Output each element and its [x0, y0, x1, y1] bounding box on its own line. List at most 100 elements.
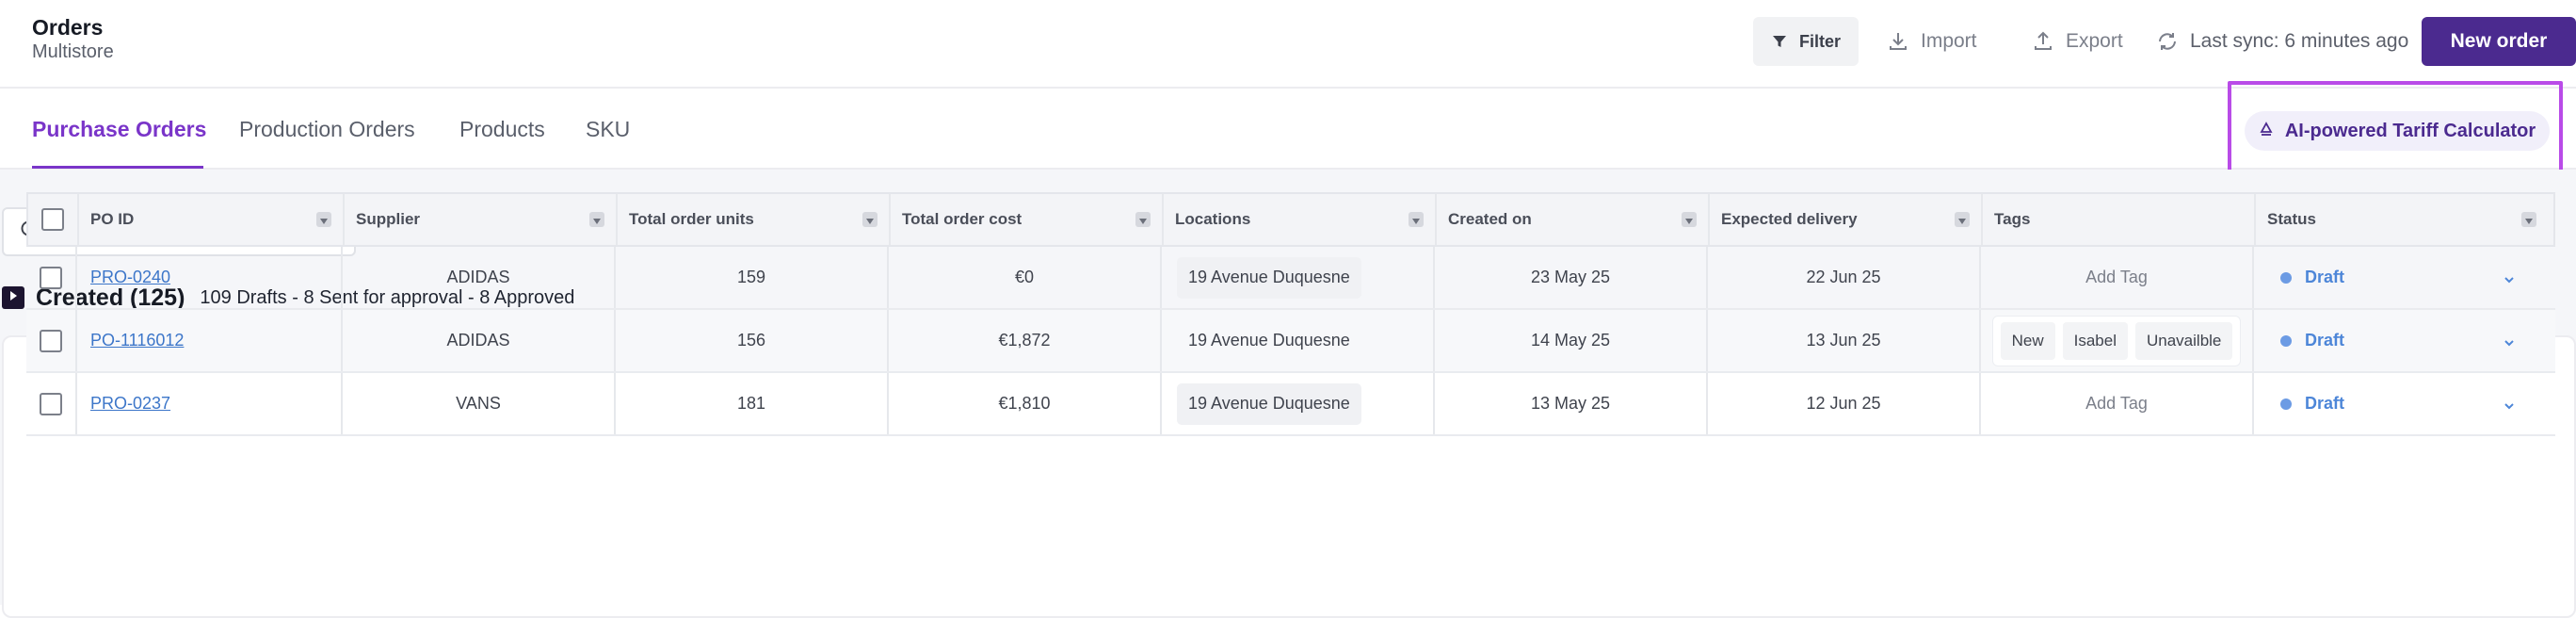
status-cell[interactable]: Draft: [2254, 310, 2546, 371]
tag-chip: Unavailble: [2135, 321, 2233, 360]
tab-production-orders[interactable]: Production Orders: [239, 117, 415, 142]
column-header-total-cost: Total order cost: [891, 194, 1164, 245]
sort-button[interactable]: [1409, 212, 1424, 227]
sort-button[interactable]: [589, 212, 604, 227]
sort-button[interactable]: [862, 212, 877, 227]
location-text: 19 Avenue Duquesne: [1188, 331, 1350, 350]
column-header-label: Tags: [1994, 210, 2031, 228]
tab-bar: Purchase Orders Production Orders Produc…: [0, 89, 2576, 170]
row-checkbox[interactable]: [40, 392, 62, 415]
supplier-cell: ADIDAS: [343, 310, 616, 371]
active-tab-indicator: [32, 166, 203, 169]
column-header-label: Created on: [1448, 210, 1532, 228]
caret-right-icon: [8, 289, 19, 306]
sort-icon: [2525, 210, 2533, 229]
row-select-cell: [26, 373, 77, 434]
status-dot: [2280, 398, 2292, 410]
select-all-checkbox[interactable]: [41, 208, 64, 231]
sort-button[interactable]: [1682, 212, 1697, 227]
location-chip: 19 Avenue Duquesne: [1177, 382, 1361, 425]
status-cell[interactable]: Draft: [2254, 247, 2546, 308]
table-row[interactable]: PRO-0240 ADIDAS 159 €0 19 Avenue Duquesn…: [26, 247, 2555, 310]
tags-list[interactable]: New Isabel Unavailble: [1991, 315, 2242, 366]
sort-icon: [1412, 210, 1420, 229]
po-id-link[interactable]: PO-1116012: [90, 331, 184, 350]
location-cell: 19 Avenue Duquesne: [1162, 247, 1435, 308]
status-label: Draft: [2305, 394, 2345, 413]
expected-delivery-cell: 12 Jun 25: [1708, 373, 1981, 434]
table-row[interactable]: PRO-0237 VANS 181 €1,810 19 Avenue Duque…: [26, 373, 2555, 436]
chevron-down-icon[interactable]: [2503, 398, 2516, 417]
created-on-cell: 13 May 25: [1435, 373, 1708, 434]
total-units-cell: 181: [616, 373, 889, 434]
sort-icon: [1958, 210, 1966, 229]
sort-button[interactable]: [2521, 212, 2536, 227]
sort-icon: [1139, 210, 1147, 229]
total-units-cell: 156: [616, 310, 889, 371]
table-row[interactable]: PO-1116012 ADIDAS 156 €1,872 19 Avenue D…: [26, 310, 2555, 373]
column-header-supplier: Supplier: [345, 194, 618, 245]
ai-tariff-calculator-button[interactable]: AI-powered Tariff Calculator: [2245, 111, 2550, 151]
po-id-cell: PO-1116012: [77, 310, 343, 371]
column-header-label: Total order units: [629, 210, 754, 228]
sort-button[interactable]: [1955, 212, 1970, 227]
sort-icon: [320, 210, 328, 229]
ai-icon: [2259, 121, 2274, 142]
add-tag-button[interactable]: Add Tag: [2085, 268, 2148, 287]
tab-purchase-orders[interactable]: Purchase Orders: [32, 117, 206, 142]
row-select-cell: [26, 310, 77, 371]
column-header-label: Locations: [1175, 210, 1251, 228]
chevron-down-icon[interactable]: [2503, 271, 2516, 291]
po-id-link[interactable]: PRO-0237: [90, 394, 170, 414]
expected-delivery-cell: 13 Jun 25: [1708, 310, 1981, 371]
sort-button[interactable]: [1135, 212, 1151, 227]
status-label: Draft: [2305, 268, 2345, 286]
column-header-label: Total order cost: [902, 210, 1022, 228]
filter-icon: [1771, 33, 1788, 50]
filter-button[interactable]: Filter: [1753, 17, 1859, 66]
column-header-created-on: Created on: [1437, 194, 1710, 245]
new-order-button[interactable]: New order: [2422, 17, 2576, 66]
import-button-label: Import: [1921, 30, 1977, 52]
po-id-link[interactable]: PRO-0240: [90, 268, 170, 287]
group-toggle[interactable]: [2, 286, 24, 309]
chevron-down-icon[interactable]: [2503, 334, 2516, 354]
sort-icon: [1685, 210, 1693, 229]
status-cell[interactable]: Draft: [2254, 373, 2546, 434]
tag-chip: Isabel: [2062, 321, 2128, 360]
tab-sku[interactable]: SKU: [586, 117, 630, 142]
supplier-cell: ADIDAS: [343, 247, 616, 308]
column-header-locations: Locations: [1164, 194, 1437, 245]
total-cost-cell: €0: [889, 247, 1162, 308]
tab-products[interactable]: Products: [459, 117, 545, 142]
export-button[interactable]: Export: [2032, 17, 2123, 66]
page-title: Orders: [32, 15, 104, 40]
column-header-total-units: Total order units: [618, 194, 891, 245]
column-header-status: Status: [2256, 194, 2548, 245]
column-header-po-id: PO ID: [79, 194, 345, 245]
total-units-cell: 159: [616, 247, 889, 308]
export-icon: [2032, 30, 2054, 53]
status-dot: [2280, 334, 2292, 347]
column-header-label: PO ID: [90, 210, 135, 228]
tags-cell: Add Tag: [1981, 247, 2254, 308]
ai-button-label: AI-powered Tariff Calculator: [2284, 120, 2536, 141]
page-header: Orders Multistore Filter Import Export L…: [0, 0, 2576, 89]
add-tag-button[interactable]: Add Tag: [2085, 394, 2148, 414]
column-header-label: Expected delivery: [1721, 210, 1858, 228]
column-header-expected-delivery: Expected delivery: [1710, 194, 1983, 245]
export-button-label: Export: [2066, 30, 2123, 52]
sync-icon: [2156, 30, 2179, 53]
sort-button[interactable]: [316, 212, 331, 227]
row-checkbox[interactable]: [40, 329, 62, 352]
created-on-cell: 14 May 25: [1435, 310, 1708, 371]
location-cell: 19 Avenue Duquesne: [1162, 373, 1435, 434]
last-sync[interactable]: Last sync: 6 minutes ago: [2156, 17, 2408, 66]
import-button[interactable]: Import: [1887, 17, 1977, 66]
column-header-tags: Tags: [1983, 194, 2256, 245]
column-header-label: Status: [2267, 210, 2316, 228]
row-checkbox[interactable]: [40, 266, 62, 289]
table-header-row: PO ID Supplier Total order units Total o…: [26, 192, 2555, 247]
page-subtitle: Multistore: [32, 41, 114, 62]
total-cost-cell: €1,810: [889, 373, 1162, 434]
